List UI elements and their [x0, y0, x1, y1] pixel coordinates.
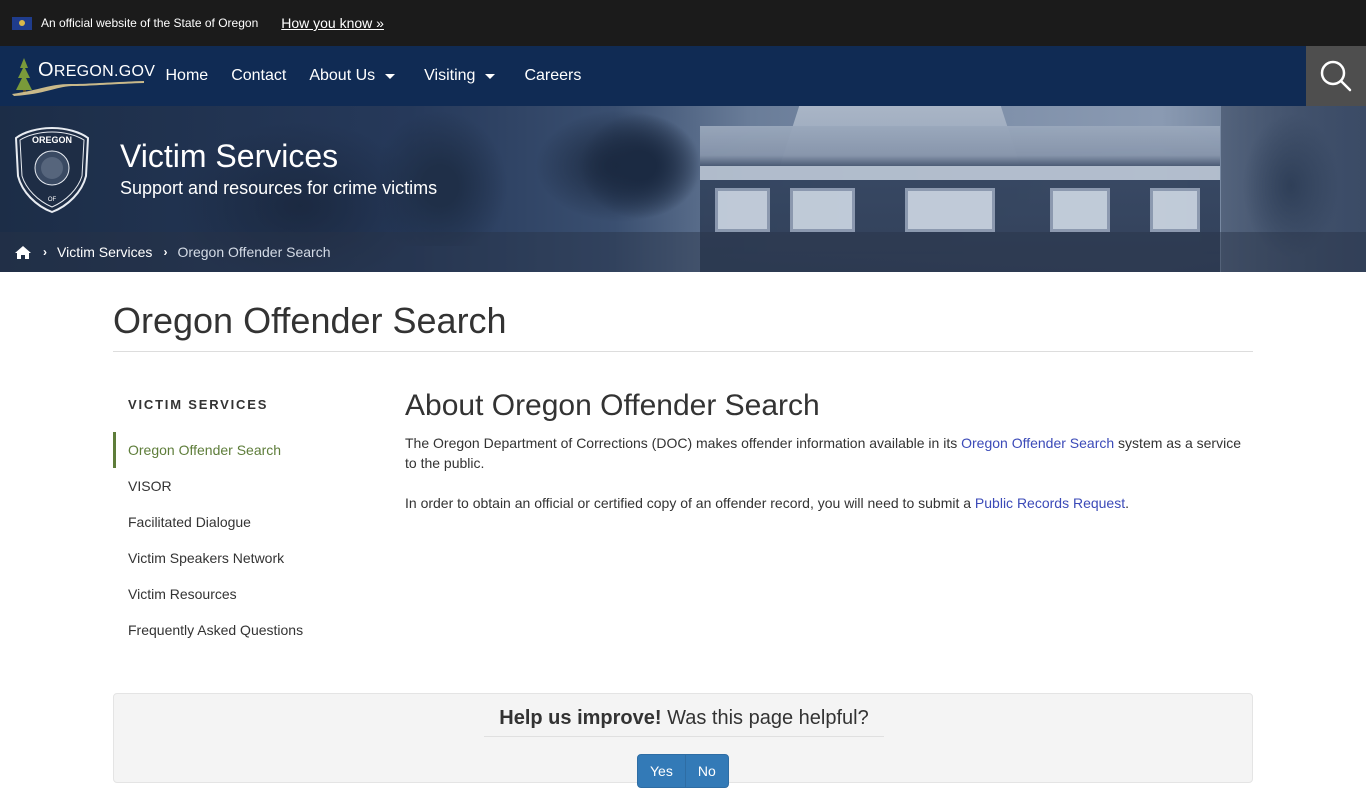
- svg-text:OREGON: OREGON: [32, 135, 72, 145]
- official-banner-text: An official website of the State of Oreg…: [41, 16, 259, 30]
- search-icon: [1320, 60, 1352, 92]
- sidebar-heading: VICTIM SERVICES: [128, 397, 269, 412]
- feedback-panel: Help us improve! Was this page helpful? …: [113, 693, 1253, 788]
- main-content: About Oregon Offender Search The Oregon …: [405, 388, 1253, 648]
- nav-careers-label: Careers: [524, 67, 582, 84]
- oregon-offender-search-link[interactable]: Oregon Offender Search: [961, 435, 1114, 451]
- caret-down-icon: [385, 73, 396, 79]
- sidebar-list: Oregon Offender Search VISOR Facilitated…: [113, 432, 405, 648]
- nav-contact[interactable]: Contact: [220, 46, 298, 106]
- nav-contact-label: Contact: [231, 67, 287, 84]
- hero-banner: OREGON OF Victim Services Support and re…: [0, 106, 1366, 272]
- feedback-buttons: Yes No: [637, 754, 729, 788]
- hero-background-leaves: [380, 106, 720, 246]
- sidebar-item-faq[interactable]: Frequently Asked Questions: [113, 612, 405, 648]
- main-navbar: OREGON.GOV Home Contact About Us Visitin…: [0, 46, 1366, 106]
- chevron-right-icon: ›: [43, 245, 47, 259]
- sidebar-nav: VICTIM SERVICES Oregon Offender Search V…: [113, 388, 405, 648]
- home-icon: [15, 245, 31, 259]
- hero-subtitle: Support and resources for crime victims: [120, 178, 438, 198]
- search-button[interactable]: [1306, 46, 1366, 106]
- nav-home[interactable]: Home: [154, 46, 220, 106]
- nav-visiting[interactable]: Visiting: [413, 46, 513, 106]
- svg-text:OF: OF: [48, 197, 57, 203]
- nav-careers[interactable]: Careers: [513, 46, 593, 106]
- breadcrumb: › Victim Services › Oregon Offender Sear…: [0, 232, 1366, 272]
- intro-paragraph: The Oregon Department of Corrections (DO…: [405, 435, 1241, 471]
- records-paragraph: In order to obtain an official or certif…: [405, 495, 1129, 511]
- oregon-gov-logo[interactable]: OREGON.GOV: [0, 46, 155, 106]
- nav-visiting-label: Visiting: [424, 67, 476, 84]
- nav-home-label: Home: [165, 67, 209, 84]
- public-records-request-link[interactable]: Public Records Request: [975, 495, 1125, 511]
- sidebar-item-victim-speakers-network[interactable]: Victim Speakers Network: [113, 540, 405, 576]
- caret-down-icon: [485, 73, 496, 79]
- content-area: VICTIM SERVICES Oregon Offender Search V…: [113, 388, 1253, 648]
- section-heading: About Oregon Offender Search: [405, 389, 820, 422]
- breadcrumb-victim-services[interactable]: Victim Services: [57, 244, 152, 260]
- breadcrumb-home[interactable]: [14, 245, 32, 260]
- breadcrumb-current: Oregon Offender Search: [177, 244, 331, 260]
- nav-menu: Home Contact About Us Visiting Careers: [154, 46, 593, 106]
- sidebar-item-oregon-offender-search[interactable]: Oregon Offender Search: [113, 432, 405, 468]
- feedback-yes-button[interactable]: Yes: [637, 754, 686, 788]
- nav-about-us-label: About Us: [309, 67, 376, 84]
- feedback-title: Help us improve! Was this page helpful?: [484, 707, 884, 737]
- doc-seal-logo: OREGON OF: [14, 126, 90, 214]
- how-you-know-link[interactable]: How you know »: [281, 15, 384, 31]
- oregon-flag-icon: [12, 16, 32, 30]
- page-title: Oregon Offender Search: [113, 272, 1253, 352]
- official-banner: An official website of the State of Oreg…: [0, 0, 1366, 46]
- sidebar-item-victim-resources[interactable]: Victim Resources: [113, 576, 405, 612]
- sidebar-item-visor[interactable]: VISOR: [113, 468, 405, 504]
- hero-title: Victim Services: [120, 138, 339, 174]
- nav-about-us[interactable]: About Us: [298, 46, 413, 106]
- chevron-right-icon: ›: [163, 245, 168, 259]
- page-container: Oregon Offender Search VICTIM SERVICES O…: [113, 272, 1253, 648]
- logo-text: OREGON.GOV: [38, 58, 156, 81]
- sidebar-item-facilitated-dialogue[interactable]: Facilitated Dialogue: [113, 504, 405, 540]
- feedback-no-button[interactable]: No: [684, 754, 729, 788]
